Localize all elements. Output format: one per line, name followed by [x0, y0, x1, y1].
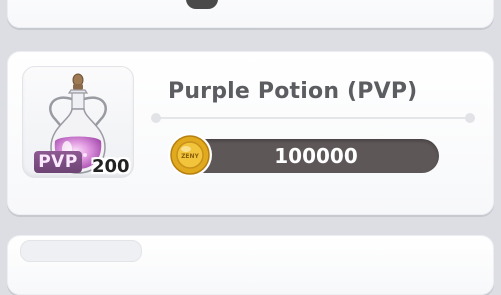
coin-label: ZENY [181, 153, 199, 160]
divider-dot-right [465, 113, 475, 123]
pvp-badge: PVP [34, 151, 82, 173]
price-bar-fragment [186, 0, 218, 9]
zeny-coin-icon: ZENY [168, 133, 212, 177]
list-item-card-below[interactable] [7, 235, 494, 295]
item-quantity: 200 [92, 156, 130, 177]
next-item-slot-fragment [20, 240, 142, 262]
price-value: 100000 [274, 144, 358, 168]
item-title: Purple Potion (PVP) [168, 79, 418, 104]
divider-dot-left [151, 113, 161, 123]
divider-line [156, 117, 470, 119]
list-item-card-above[interactable] [7, 0, 494, 28]
